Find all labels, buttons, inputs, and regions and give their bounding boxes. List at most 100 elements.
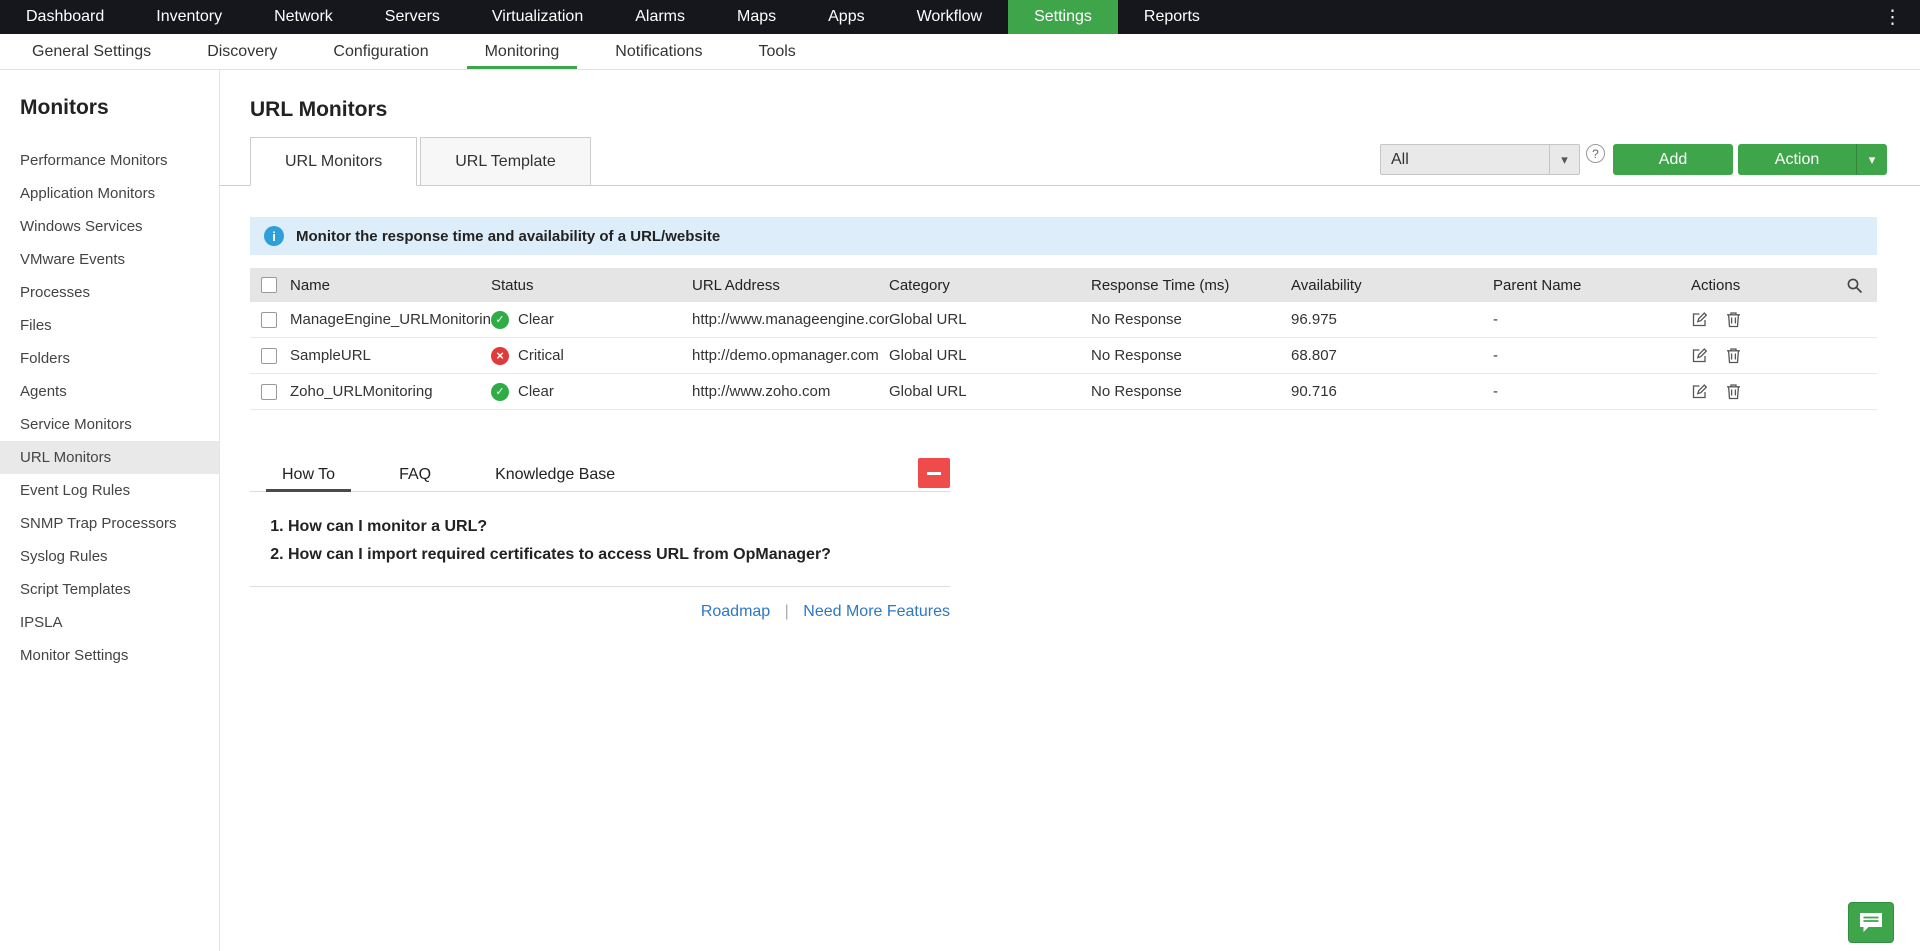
sidebar-item-folders[interactable]: Folders <box>0 342 219 375</box>
nav-inventory[interactable]: Inventory <box>130 0 248 34</box>
status-clear-icon <box>491 383 509 401</box>
table-row: SampleURL Critical http://demo.opmanager… <box>250 338 1877 374</box>
monitor-name[interactable]: ManageEngine_URLMonitoring <box>290 311 491 328</box>
sidebar-item-processes[interactable]: Processes <box>0 276 219 309</box>
delete-icon[interactable] <box>1726 311 1741 328</box>
nav-virtualization[interactable]: Virtualization <box>466 0 609 34</box>
nav-maps[interactable]: Maps <box>711 0 802 34</box>
search-icon[interactable] <box>1846 277 1863 294</box>
row-checkbox[interactable] <box>261 312 277 328</box>
tab-url-monitors[interactable]: URL Monitors <box>250 137 417 186</box>
filter-dropdown[interactable]: All <box>1380 144 1580 175</box>
collapse-button[interactable] <box>918 458 950 488</box>
chat-icon <box>1859 912 1883 933</box>
edit-icon[interactable] <box>1691 383 1708 400</box>
sidebar-item-event-log-rules[interactable]: Event Log Rules <box>0 474 219 507</box>
availability: 96.975 <box>1291 311 1493 328</box>
category: Global URL <box>889 383 1091 400</box>
column-header-status[interactable]: Status <box>491 277 692 294</box>
nav-alarms[interactable]: Alarms <box>609 0 711 34</box>
help-icon[interactable]: ? <box>1586 144 1605 163</box>
tab-knowledge-base[interactable]: Knowledge Base <box>463 458 647 491</box>
sidebar-item-monitor-settings[interactable]: Monitor Settings <box>0 639 219 672</box>
sidebar-item-script-templates[interactable]: Script Templates <box>0 573 219 606</box>
tab-url-template[interactable]: URL Template <box>420 137 591 186</box>
sidebar-item-service-monitors[interactable]: Service Monitors <box>0 408 219 441</box>
row-checkbox[interactable] <box>261 348 277 364</box>
main-content: URL Monitors URL Monitors URL Template A… <box>220 70 1920 951</box>
status-label: Clear <box>518 383 554 400</box>
column-header-response-time[interactable]: Response Time (ms) <box>1091 277 1291 294</box>
table-header-row: Name Status URL Address Category Respons… <box>250 268 1877 302</box>
row-checkbox[interactable] <box>261 384 277 400</box>
column-header-category[interactable]: Category <box>889 277 1091 294</box>
sidebar-item-application-monitors[interactable]: Application Monitors <box>0 177 219 210</box>
table-row: Zoho_URLMonitoring Clear http://www.zoho… <box>250 374 1877 410</box>
action-dropdown-button[interactable] <box>1856 144 1887 175</box>
column-header-url-address[interactable]: URL Address <box>692 277 889 294</box>
subnav-notifications[interactable]: Notifications <box>587 34 730 69</box>
kebab-menu-icon[interactable] <box>1865 0 1920 34</box>
add-button[interactable]: Add <box>1613 144 1733 175</box>
tab-faq[interactable]: FAQ <box>367 458 463 491</box>
sidebar-item-syslog-rules[interactable]: Syslog Rules <box>0 540 219 573</box>
tab-bar: URL Monitors URL Template All ? Add Acti… <box>220 136 1920 186</box>
edit-icon[interactable] <box>1691 311 1708 328</box>
sidebar-item-windows-services[interactable]: Windows Services <box>0 210 219 243</box>
column-header-parent-name[interactable]: Parent Name <box>1493 277 1691 294</box>
category: Global URL <box>889 311 1091 328</box>
monitor-name[interactable]: SampleURL <box>290 347 491 364</box>
action-button-group: Action <box>1738 144 1887 175</box>
support-chat-button[interactable] <box>1848 902 1894 943</box>
subnav-general-settings[interactable]: General Settings <box>4 34 179 69</box>
nav-settings[interactable]: Settings <box>1008 0 1118 34</box>
nav-apps[interactable]: Apps <box>802 0 890 34</box>
nav-reports[interactable]: Reports <box>1118 0 1226 34</box>
sidebar-item-vmware-events[interactable]: VMware Events <box>0 243 219 276</box>
info-banner: Monitor the response time and availabili… <box>250 217 1877 255</box>
page-title: URL Monitors <box>250 98 1920 122</box>
action-button[interactable]: Action <box>1738 144 1856 175</box>
subnav-discovery[interactable]: Discovery <box>179 34 305 69</box>
nav-servers[interactable]: Servers <box>359 0 466 34</box>
roadmap-link[interactable]: Roadmap <box>701 603 770 620</box>
monitor-name[interactable]: Zoho_URLMonitoring <box>290 383 491 400</box>
column-header-availability[interactable]: Availability <box>1291 277 1493 294</box>
column-header-name[interactable]: Name <box>290 277 491 294</box>
sidebar-item-url-monitors[interactable]: URL Monitors <box>0 441 219 474</box>
chevron-down-icon <box>1549 145 1579 174</box>
sidebar-item-files[interactable]: Files <box>0 309 219 342</box>
sidebar-item-agents[interactable]: Agents <box>0 375 219 408</box>
edit-icon[interactable] <box>1691 347 1708 364</box>
delete-icon[interactable] <box>1726 347 1741 364</box>
parent-name: - <box>1493 383 1691 400</box>
sidebar-item-performance-monitors[interactable]: Performance Monitors <box>0 144 219 177</box>
filter-dropdown-value: All <box>1381 145 1549 174</box>
how-to-item[interactable]: How can I monitor a URL? <box>288 518 950 536</box>
sidebar-item-snmp-trap-processors[interactable]: SNMP Trap Processors <box>0 507 219 540</box>
info-banner-text: Monitor the response time and availabili… <box>296 228 720 245</box>
sidebar-item-ipsla[interactable]: IPSLA <box>0 606 219 639</box>
how-to-item[interactable]: How can I import required certificates t… <box>288 546 950 564</box>
subnav-monitoring[interactable]: Monitoring <box>457 34 588 69</box>
parent-name: - <box>1493 311 1691 328</box>
how-to-list: How can I monitor a URL? How can I impor… <box>260 518 950 564</box>
response-time: No Response <box>1091 383 1291 400</box>
monitors-sidebar: Monitors Performance Monitors Applicatio… <box>0 70 220 951</box>
need-more-features-link[interactable]: Need More Features <box>803 603 950 620</box>
url-address: http://www.manageengine.com <box>692 311 889 328</box>
nav-dashboard[interactable]: Dashboard <box>0 0 130 34</box>
tab-how-to[interactable]: How To <box>250 458 367 491</box>
settings-sub-nav: General Settings Discovery Configuration… <box>0 34 1920 70</box>
delete-icon[interactable] <box>1726 383 1741 400</box>
nav-network[interactable]: Network <box>248 0 359 34</box>
help-section: How To FAQ Knowledge Base How can I moni… <box>250 458 950 621</box>
footer-links: Roadmap | Need More Features <box>250 603 950 621</box>
toolbar: All ? Add Action <box>1380 144 1887 175</box>
select-all-checkbox[interactable] <box>261 277 277 293</box>
subnav-configuration[interactable]: Configuration <box>305 34 456 69</box>
chevron-down-icon <box>1869 151 1876 169</box>
subnav-tools[interactable]: Tools <box>730 34 823 69</box>
nav-workflow[interactable]: Workflow <box>891 0 1009 34</box>
info-icon <box>264 226 284 246</box>
